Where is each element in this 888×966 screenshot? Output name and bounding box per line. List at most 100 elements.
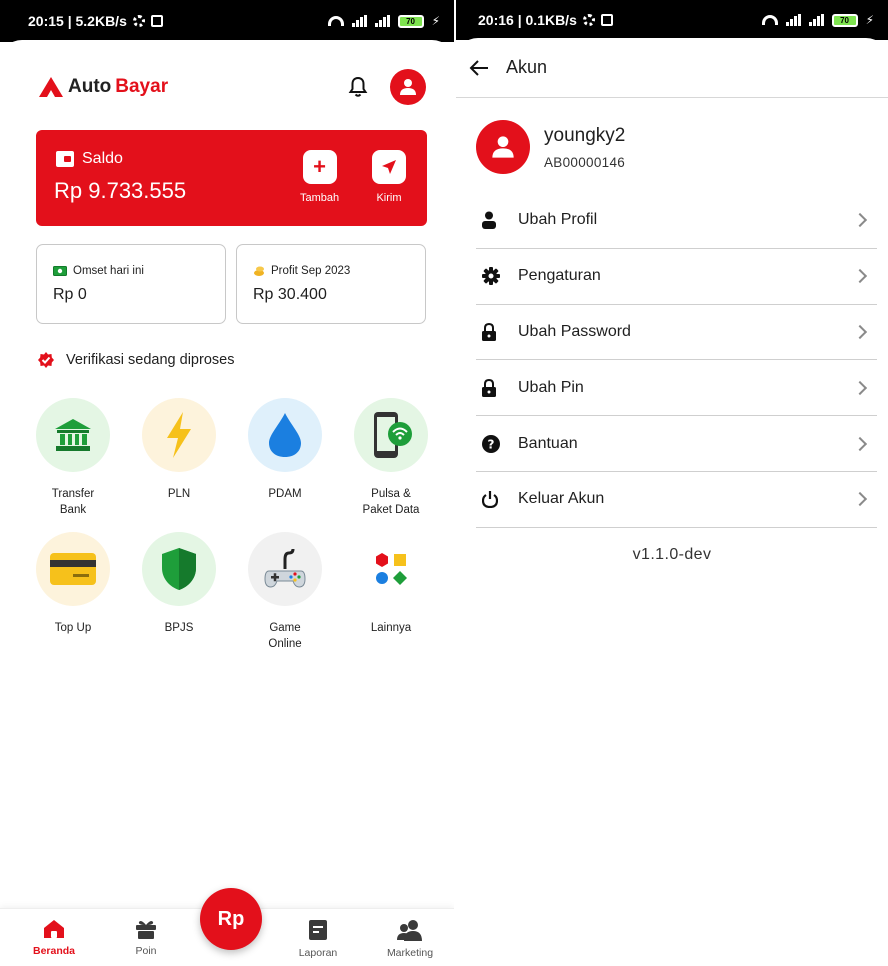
wallet-icon <box>56 151 74 167</box>
logo-mark-icon <box>39 77 63 97</box>
home-screen: 20:15 | 5.2KB/s 70 ⚡ Auto Bayar Saldo Rp… <box>0 0 454 966</box>
menu-bantuan[interactable]: ? Bantuan <box>476 416 877 472</box>
nav-poin[interactable]: Poin <box>106 919 186 957</box>
help-icon: ? <box>476 434 504 453</box>
saldo-card: Saldo Rp 9.733.555 + Tambah Kirim <box>36 130 427 226</box>
saldo-label: Saldo <box>82 150 123 167</box>
status-time: 20:15 | 5.2KB/s <box>28 13 127 29</box>
user-profile: youngky2 AB00000146 <box>476 120 625 174</box>
nav-marketing[interactable]: Marketing <box>370 919 450 959</box>
svg-text:?: ? <box>488 437 495 451</box>
home-icon <box>44 920 64 938</box>
shield-icon <box>142 532 216 606</box>
profit-card[interactable]: Profit Sep 2023 Rp 30.400 <box>236 244 426 324</box>
menu-pulsa-paket-data[interactable]: Pulsa & Paket Data <box>338 398 444 518</box>
menu-keluar-akun[interactable]: Keluar Akun <box>476 472 877 528</box>
menu-ubah-profil[interactable]: Ubah Profil <box>476 193 877 249</box>
person-icon <box>476 211 504 230</box>
charging-icon: ⚡ <box>431 14 440 28</box>
account-menu: Ubah Profil Pengaturan Ubah Password Uba… <box>476 193 877 528</box>
profit-value: Rp 30.400 <box>253 286 327 303</box>
saldo-amount: Rp 9.733.555 <box>54 178 187 203</box>
signal-icon <box>785 14 801 26</box>
home-header: Auto Bayar <box>38 69 426 105</box>
upload-status-icon <box>150 15 163 27</box>
menu-ubah-pin[interactable]: Ubah Pin <box>476 360 877 417</box>
cash-icon <box>53 266 67 276</box>
settings-status-icon <box>582 14 595 26</box>
gamepad-icon <box>248 532 322 606</box>
menu-lainnya[interactable]: Lainnya <box>338 532 444 652</box>
charging-icon: ⚡ <box>865 13 874 27</box>
service-menu: Transfer Bank PLN PDAM Pulsa & Paket Dat… <box>20 398 444 652</box>
lock-icon <box>476 378 504 397</box>
person-icon <box>492 136 514 158</box>
user-id: AB00000146 <box>544 154 626 170</box>
signal-icon <box>351 15 367 27</box>
bank-icon <box>36 398 110 472</box>
water-drop-icon <box>248 398 322 472</box>
chevron-right-icon <box>852 492 868 507</box>
menu-pln[interactable]: PLN <box>126 398 232 518</box>
account-screen: 20:16 | 0.1KB/s 70 ⚡ Akun youngky2 AB000… <box>456 0 888 966</box>
omset-value: Rp 0 <box>53 286 87 303</box>
menu-ubah-password[interactable]: Ubah Password <box>476 305 877 361</box>
menu-game-online[interactable]: Game Online <box>232 532 338 652</box>
omset-card[interactable]: Omset hari ini Rp 0 <box>36 244 226 324</box>
app-bar: Akun <box>456 38 888 98</box>
report-icon <box>309 920 327 940</box>
lock-icon <box>476 322 504 341</box>
chevron-right-icon <box>852 269 868 284</box>
battery-icon: 70 <box>397 14 424 28</box>
nav-laporan[interactable]: Laporan <box>278 919 358 959</box>
status-bar: 20:16 | 0.1KB/s 70 ⚡ <box>456 0 888 40</box>
back-arrow-icon[interactable] <box>468 57 490 79</box>
coins-icon <box>254 266 264 276</box>
payment-fab-button[interactable]: Rp <box>200 888 262 950</box>
kirim-button[interactable]: Kirim <box>372 150 406 204</box>
nav-beranda[interactable]: Beranda <box>14 919 94 957</box>
upload-status-icon <box>600 14 613 26</box>
autobayar-logo: Auto Bayar <box>38 76 168 98</box>
notification-bell-icon[interactable] <box>348 76 368 98</box>
app-version: v1.1.0-dev <box>632 546 712 563</box>
tambah-button[interactable]: + Tambah <box>300 150 339 204</box>
users-icon <box>397 920 422 941</box>
plus-icon: + <box>302 150 337 184</box>
chevron-right-icon <box>852 324 868 340</box>
home-content: Auto Bayar Saldo Rp 9.733.555 + Tambah K… <box>0 40 454 966</box>
battery-icon: 70 <box>831 13 858 27</box>
power-icon <box>476 490 504 509</box>
lightning-icon <box>142 398 216 472</box>
settings-status-icon <box>132 15 145 27</box>
gear-icon <box>476 267 504 286</box>
menu-bpjs[interactable]: BPJS <box>126 532 232 652</box>
shapes-icon <box>354 532 428 606</box>
page-title: Akun <box>506 57 548 77</box>
person-icon <box>400 79 416 95</box>
card-icon <box>36 532 110 606</box>
avatar <box>476 120 530 174</box>
signal-4g-icon <box>808 14 824 26</box>
chevron-right-icon <box>852 436 868 451</box>
signal-4g-icon <box>374 15 390 27</box>
menu-pdam[interactable]: PDAM <box>232 398 338 518</box>
send-icon <box>372 150 406 184</box>
profile-avatar-button[interactable] <box>390 69 426 105</box>
omset-title: Omset hari ini <box>73 265 144 277</box>
menu-transfer-bank[interactable]: Transfer Bank <box>20 398 126 518</box>
chevron-right-icon <box>852 213 868 228</box>
gift-icon <box>136 921 156 939</box>
profit-title: Profit Sep 2023 <box>271 265 351 277</box>
phone-wifi-icon <box>354 398 428 472</box>
verified-badge-icon <box>38 352 54 368</box>
wifi-icon <box>327 16 344 26</box>
verification-status: Verifikasi sedang diproses <box>38 352 234 368</box>
menu-pengaturan[interactable]: Pengaturan <box>476 249 877 305</box>
status-time: 20:16 | 0.1KB/s <box>478 12 577 28</box>
account-content: Akun youngky2 AB00000146 Ubah Profil Pen… <box>456 38 888 966</box>
wifi-icon <box>761 15 778 25</box>
status-bar: 20:15 | 5.2KB/s 70 ⚡ <box>0 0 454 42</box>
chevron-right-icon <box>852 380 868 395</box>
menu-top-up[interactable]: Top Up <box>20 532 126 652</box>
